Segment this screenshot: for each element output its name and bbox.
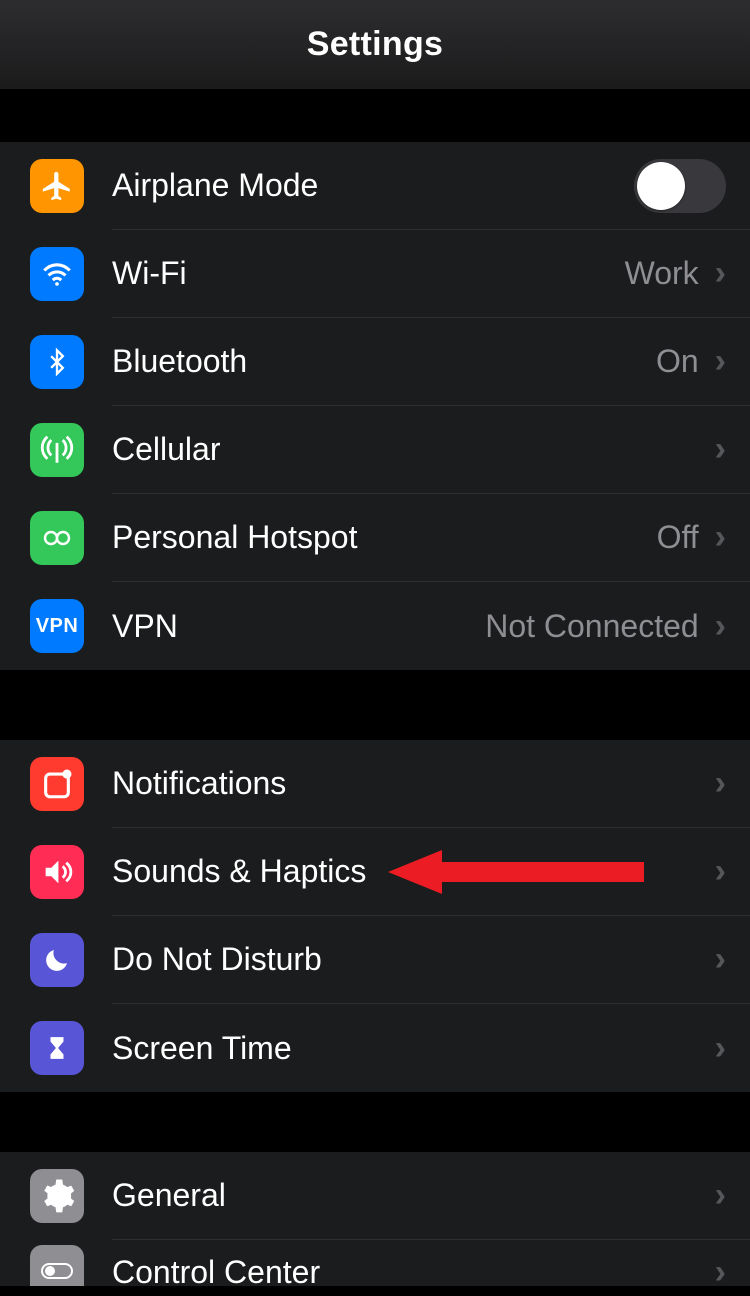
row-bluetooth[interactable]: Bluetooth On › [0,318,750,406]
switch-knob [637,162,685,210]
row-value: On [656,343,699,380]
chevron-right-icon: › [715,607,726,646]
sounds-icon [30,845,84,899]
row-control-center[interactable]: Control Center › [0,1240,750,1286]
chevron-right-icon: › [715,1253,726,1287]
wifi-icon [30,247,84,301]
row-label: Control Center [112,1254,715,1287]
row-label: Cellular [112,431,715,468]
notifications-icon [30,757,84,811]
row-label: Bluetooth [112,343,656,380]
row-label: VPN [112,608,485,645]
bluetooth-icon [30,335,84,389]
settings-group-notifications: Notifications › Sounds & Haptics › Do No… [0,740,750,1092]
settings-group-connectivity: Airplane Mode Wi-Fi Work › Bluetooth On … [0,142,750,670]
settings-group-general: General › Control Center › [0,1152,750,1286]
section-gap [0,670,750,740]
chevron-right-icon: › [715,1176,726,1215]
section-gap [0,1092,750,1152]
row-label: General [112,1177,715,1214]
row-cellular[interactable]: Cellular › [0,406,750,494]
chevron-right-icon: › [715,518,726,557]
row-sounds-haptics[interactable]: Sounds & Haptics › [0,828,750,916]
chevron-right-icon: › [715,254,726,293]
row-value: Off [657,519,699,556]
row-label: Wi-Fi [112,255,625,292]
row-value: Not Connected [485,608,698,645]
hourglass-icon [30,1021,84,1075]
row-screen-time[interactable]: Screen Time › [0,1004,750,1092]
gear-icon [30,1169,84,1223]
row-label: Do Not Disturb [112,941,715,978]
row-label: Personal Hotspot [112,519,657,556]
header-bar: Settings [0,0,750,90]
row-label: Airplane Mode [112,167,634,204]
chevron-right-icon: › [715,940,726,979]
row-wifi[interactable]: Wi-Fi Work › [0,230,750,318]
chevron-right-icon: › [715,764,726,803]
cellular-icon [30,423,84,477]
airplane-icon [30,159,84,213]
chevron-right-icon: › [715,342,726,381]
row-personal-hotspot[interactable]: Personal Hotspot Off › [0,494,750,582]
chevron-right-icon: › [715,430,726,469]
hotspot-icon [30,511,84,565]
vpn-icon: VPN [30,599,84,653]
row-label: Screen Time [112,1030,715,1067]
row-do-not-disturb[interactable]: Do Not Disturb › [0,916,750,1004]
moon-icon [30,933,84,987]
row-label: Sounds & Haptics [112,853,715,890]
row-value: Work [625,255,699,292]
page-title: Settings [307,25,444,64]
control-center-icon [30,1245,84,1286]
chevron-right-icon: › [715,1029,726,1068]
row-general[interactable]: General › [0,1152,750,1240]
airplane-toggle[interactable] [634,159,726,213]
row-airplane-mode[interactable]: Airplane Mode [0,142,750,230]
row-label: Notifications [112,765,715,802]
section-gap [0,90,750,142]
row-vpn[interactable]: VPN VPN Not Connected › [0,582,750,670]
row-notifications[interactable]: Notifications › [0,740,750,828]
chevron-right-icon: › [715,852,726,891]
